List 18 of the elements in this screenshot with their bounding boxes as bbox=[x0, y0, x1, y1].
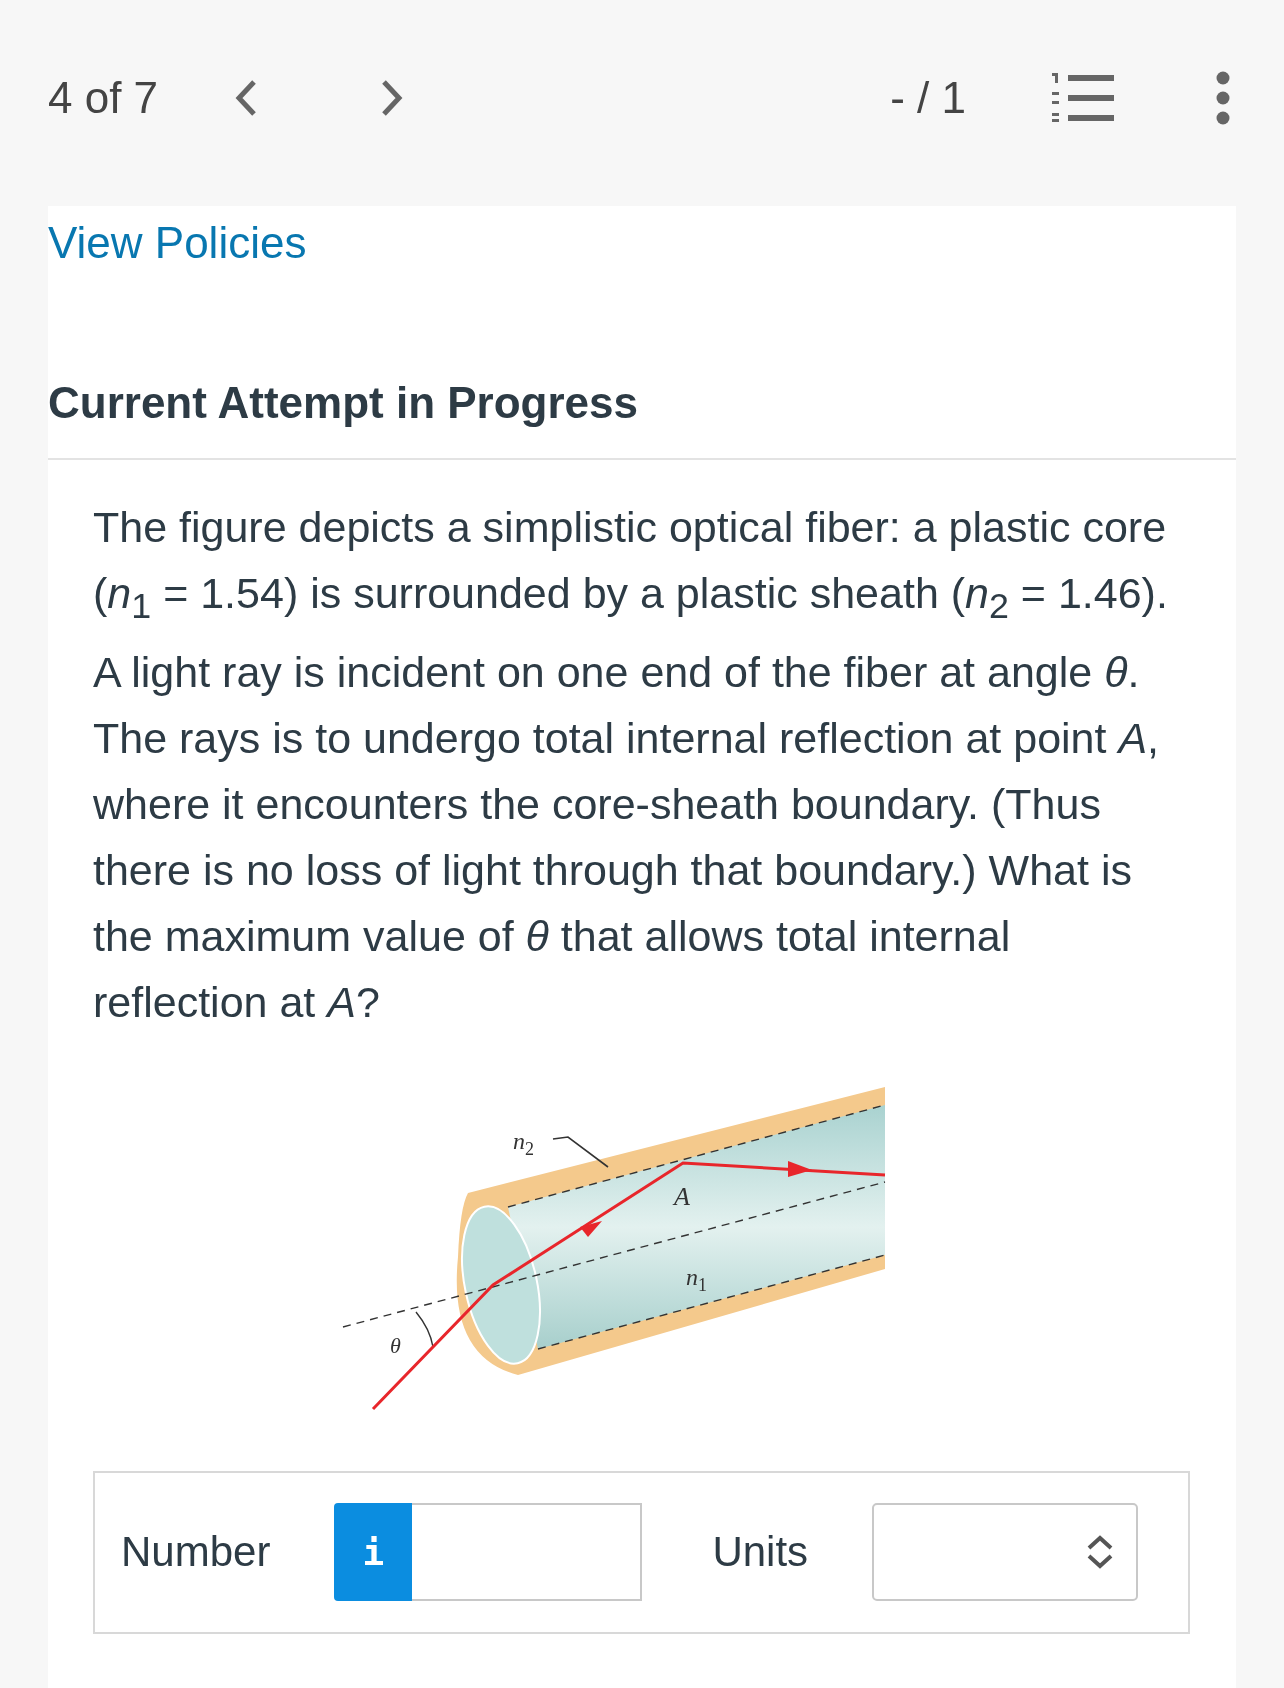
figure-label: n$_{2}$ bbox=[513, 1127, 534, 1159]
up-down-chevron-icon bbox=[1086, 1534, 1115, 1571]
numbered-list-icon bbox=[1052, 73, 1114, 123]
chevron-left-icon bbox=[234, 78, 259, 118]
info-button[interactable]: i bbox=[334, 1503, 413, 1602]
figure-label: n$_{1}$ bbox=[686, 1263, 707, 1295]
question-counter: 4 of 7 bbox=[48, 73, 159, 123]
number-label: Number bbox=[121, 1528, 271, 1577]
more-icon bbox=[1216, 71, 1230, 125]
score-text: - / 1 bbox=[890, 73, 966, 123]
view-policies-link[interactable]: View Policies bbox=[48, 218, 307, 268]
figure-label: θ bbox=[390, 1332, 401, 1358]
units-label: Units bbox=[712, 1528, 809, 1577]
figure-label: A bbox=[674, 1181, 690, 1211]
chevron-right-icon bbox=[380, 78, 405, 118]
question-text: The figure depicts a simplistic optical fiber: a plastic core (n$_{1}$ = 1.54) is surrounded by a plastic sheath (n$_{2}$ = 1.46). A light ray is incident on one end of the fiber at angle θ. The rays is to undergo total internal reflection at point A, where it encounters the core-sheath boundary. (Thus there is no loss of light through that boundary.) What is the maximum value of θ that allows total internal reflection at A? bbox=[93, 502, 1169, 1028]
number-input-field[interactable] bbox=[412, 1503, 643, 1602]
attempt-heading: Current Attempt in Progress bbox=[48, 378, 1236, 460]
